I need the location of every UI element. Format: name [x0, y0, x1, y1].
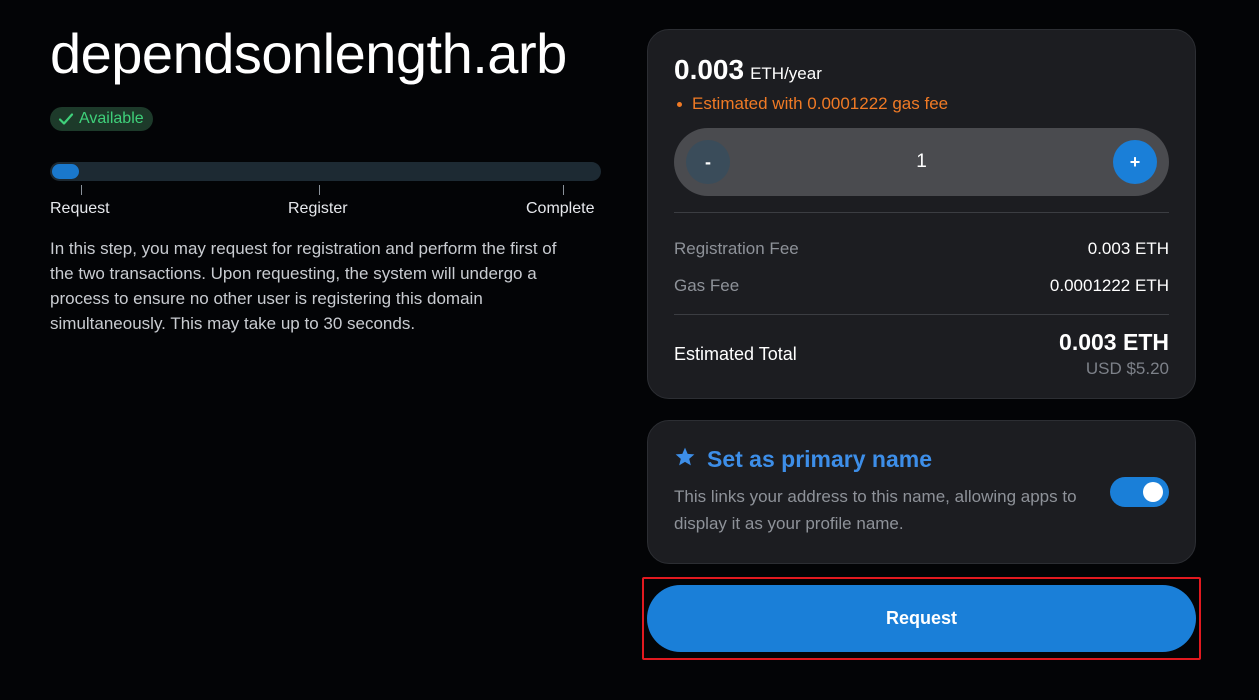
- gas-fee-label: Gas Fee: [674, 275, 740, 295]
- registration-progress: Request Register Complete: [50, 162, 601, 222]
- bullet-icon: [677, 101, 682, 107]
- registration-fee-row: Registration Fee 0.003 ETH: [674, 230, 1169, 267]
- gas-fee-value: 0.0001222 ETH: [1049, 275, 1169, 295]
- primary-name-card: Set as primary name This links your addr…: [647, 420, 1196, 564]
- domain-title: dependsonlength.arb: [50, 22, 567, 85]
- star-icon: [674, 446, 696, 473]
- tick-register: [319, 185, 320, 195]
- progress-fill: [52, 164, 79, 179]
- primary-name-header: Set as primary name: [674, 446, 1169, 473]
- divider: [674, 314, 1169, 315]
- registration-fee-label: Registration Fee: [674, 238, 799, 258]
- gas-estimate-note: Estimated with 0.0001222 gas fee: [674, 94, 1169, 114]
- price-row: 0.003 ETH/year: [674, 54, 1169, 86]
- request-button[interactable]: Request: [647, 585, 1196, 652]
- register-page: dependsonlength.arb Available Request Re…: [0, 0, 1259, 700]
- toggle-knob: [1143, 482, 1163, 502]
- estimated-total-label: Estimated Total: [674, 343, 797, 364]
- progress-ticks: [50, 185, 601, 197]
- price-unit: ETH/year: [750, 64, 822, 83]
- estimated-total-usd: USD $5.20: [1085, 359, 1169, 378]
- increment-button[interactable]: +: [1113, 140, 1157, 184]
- primary-name-title: Set as primary name: [707, 446, 933, 472]
- fee-breakdown: Registration Fee 0.003 ETH Gas Fee 0.000…: [674, 213, 1169, 304]
- progress-track: [50, 162, 601, 181]
- estimated-total-row: Estimated Total 0.003 ETH USD $5.20: [674, 329, 1169, 379]
- tick-complete: [563, 185, 564, 195]
- tick-request: [81, 185, 82, 195]
- years-value[interactable]: 1: [674, 128, 1169, 196]
- step-register: Register: [288, 200, 348, 217]
- gas-estimate-text: Estimated with 0.0001222 gas fee: [692, 94, 949, 113]
- check-icon: [58, 111, 74, 127]
- gas-fee-row: Gas Fee 0.0001222 ETH: [674, 267, 1169, 304]
- progress-steps: Request Register Complete: [50, 200, 601, 222]
- estimated-total-eth: 0.003 ETH: [1059, 329, 1169, 355]
- step-complete: Complete: [526, 200, 595, 217]
- availability-badge: Available: [50, 107, 153, 131]
- step-description: In this step, you may request for regist…: [50, 239, 557, 333]
- primary-name-description: This links your address to this name, al…: [674, 487, 1077, 533]
- years-stepper[interactable]: 1 - +: [674, 128, 1169, 196]
- registration-fee-value: 0.003 ETH: [1087, 238, 1169, 258]
- pricing-card: 0.003 ETH/year Estimated with 0.0001222 …: [647, 29, 1196, 399]
- step-request: Request: [50, 200, 110, 217]
- decrement-button[interactable]: -: [686, 140, 730, 184]
- estimated-total-values: 0.003 ETH USD $5.20: [1059, 329, 1169, 379]
- domain-info-panel: dependsonlength.arb Available Request Re…: [50, 18, 610, 336]
- availability-label: Available: [79, 110, 144, 127]
- price-amount: 0.003: [674, 54, 745, 85]
- primary-name-toggle[interactable]: [1110, 477, 1169, 507]
